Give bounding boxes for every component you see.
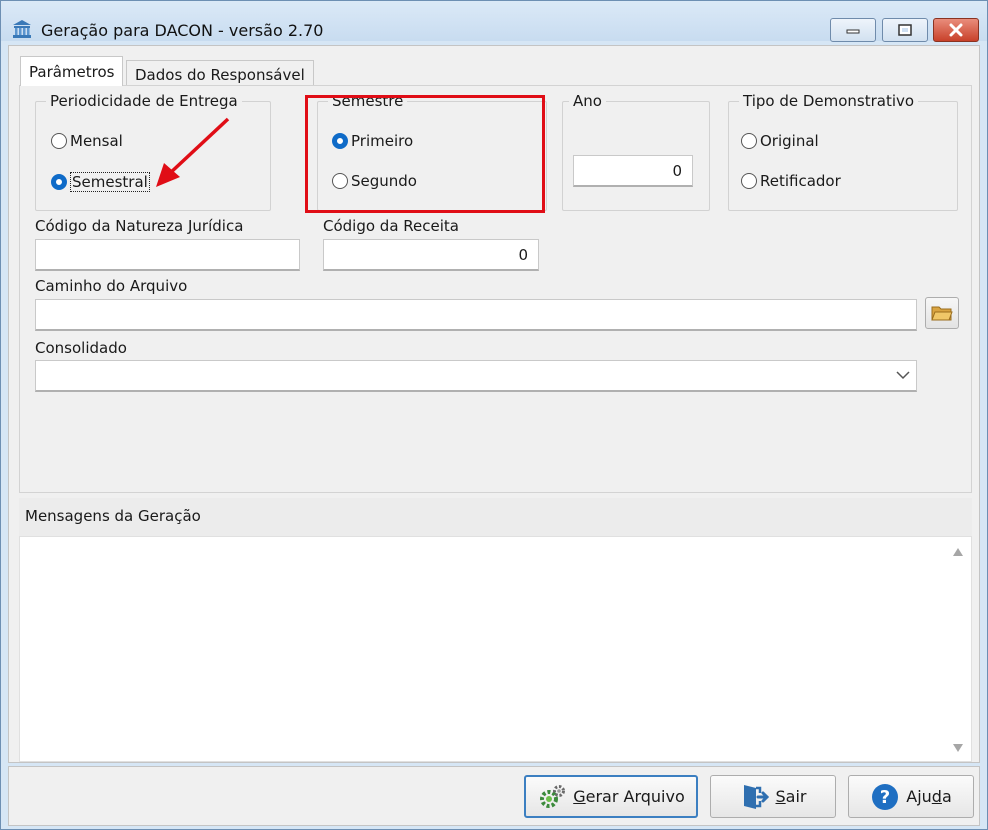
window-title: Geração para DACON - versão 2.70 [41, 21, 324, 40]
radio-semestral[interactable]: Semestral [51, 172, 150, 192]
maximize-button[interactable] [882, 18, 928, 42]
bank-icon [13, 20, 31, 38]
periodicidade-label: Periodicidade de Entrega [46, 92, 242, 110]
parametros-panel: Periodicidade de Entrega Mensal Semestra… [19, 85, 972, 493]
ajuda-button[interactable]: ? Ajuda [848, 775, 974, 818]
minimize-icon [846, 29, 860, 34]
consolidado-label: Consolidado [35, 339, 127, 357]
natureza-input[interactable] [35, 239, 300, 271]
mensagens-header: Mensagens da Geração [19, 498, 972, 536]
gerar-arquivo-button[interactable]: Gerar Arquivo [524, 775, 698, 818]
scroll-up-arrow-icon[interactable] [952, 547, 964, 557]
folder-icon [931, 306, 953, 321]
radio-mensal-label: Mensal [70, 132, 123, 150]
svg-text:?: ? [880, 787, 890, 808]
natureza-label: Código da Natureza Jurídica [35, 217, 244, 235]
gerar-arquivo-label: Gerar Arquivo [573, 787, 685, 806]
radio-original-circle[interactable] [741, 133, 757, 149]
radio-retificador-circle[interactable] [741, 173, 757, 189]
radio-mensal-circle[interactable] [51, 133, 67, 149]
close-button[interactable] [933, 18, 979, 42]
ano-group: Ano 0 [562, 92, 710, 211]
tipo-label: Tipo de Demonstrativo [739, 92, 919, 110]
radio-original[interactable]: Original [741, 132, 819, 150]
browse-folder-button[interactable] [925, 297, 959, 329]
red-arrow-icon [156, 117, 230, 187]
exit-icon [743, 784, 769, 809]
tab-dados-responsavel[interactable]: Dados do Responsável [126, 60, 314, 88]
mensagens-textarea[interactable] [19, 536, 972, 762]
radio-retificador-label: Retificador [760, 172, 841, 190]
receita-input[interactable]: 0 [323, 239, 539, 271]
sair-label: Sair [775, 787, 807, 806]
radio-semestral-label: Semestral [70, 172, 150, 192]
receita-label: Código da Receita [323, 217, 459, 235]
chevron-down-icon[interactable] [896, 370, 910, 380]
sair-button[interactable]: Sair [710, 775, 836, 818]
consolidado-select[interactable] [35, 360, 917, 392]
highlight-box [305, 95, 545, 213]
button-bar: Gerar Arquivo Sair ? Ajuda [8, 766, 980, 826]
title-bar[interactable]: Geração para DACON - versão 2.70 [1, 1, 987, 42]
minimize-button[interactable] [830, 18, 876, 42]
tab-parametros[interactable]: Parâmetros [20, 56, 124, 86]
caminho-input[interactable] [35, 299, 917, 331]
radio-mensal[interactable]: Mensal [51, 132, 123, 150]
client-area: Parâmetros Dados do Responsável Periodic… [8, 45, 980, 763]
main-window: Geração para DACON - versão 2.70 Parâmet… [0, 0, 988, 830]
maximize-icon [898, 24, 912, 36]
ajuda-label: Ajuda [906, 787, 952, 806]
radio-semestral-circle[interactable] [51, 174, 67, 190]
close-icon [949, 23, 963, 37]
caminho-label: Caminho do Arquivo [35, 277, 188, 295]
mensagens-label: Mensagens da Geração [25, 507, 201, 525]
ano-input[interactable]: 0 [573, 155, 693, 187]
ano-label: Ano [569, 92, 606, 110]
radio-original-label: Original [760, 132, 819, 150]
scroll-down-arrow-icon[interactable] [952, 743, 964, 753]
tipo-group: Tipo de Demonstrativo Original Retificad… [728, 92, 958, 211]
help-icon: ? [872, 783, 899, 810]
radio-retificador[interactable]: Retificador [741, 172, 841, 190]
gears-icon [540, 784, 566, 808]
